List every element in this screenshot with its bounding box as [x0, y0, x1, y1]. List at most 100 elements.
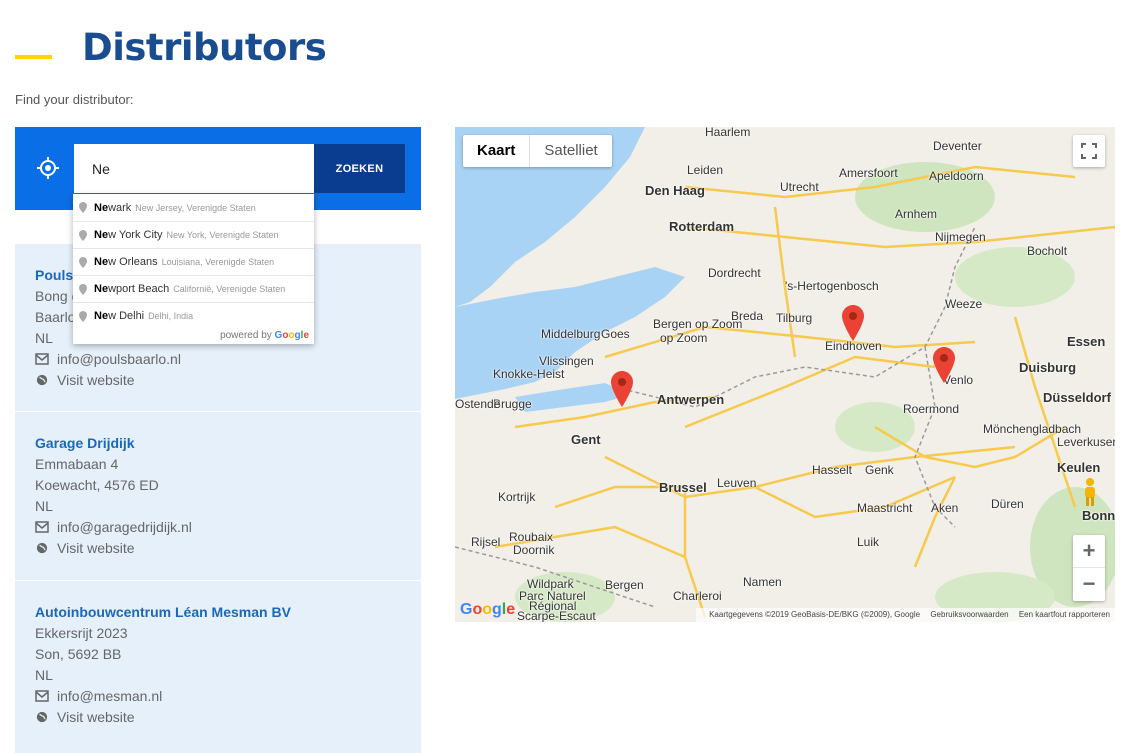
distributor-card: Garage Drijdijk Emmabaan 4 Koewacht, 457…	[15, 412, 421, 581]
autocomplete-item[interactable]: New Orleans Louisiana, Verenigde Staten	[73, 248, 314, 275]
autocomplete-item[interactable]: New Delhi Delhi, India	[73, 302, 314, 329]
globe-icon	[36, 711, 48, 723]
autocomplete-main-text: New Orleans	[94, 256, 158, 268]
distributor-country: NL	[35, 667, 53, 683]
map-city-label: Genk	[865, 463, 894, 477]
zoom-control: + −	[1073, 535, 1105, 601]
map-footer: Kaartgegevens ©2019 GeoBasis-DE/BKG (©20…	[696, 608, 1115, 622]
map-city-label: Roermond	[903, 402, 960, 416]
autocomplete-main-text: New Delhi	[94, 310, 145, 322]
crosshair-icon[interactable]	[37, 157, 59, 179]
distributor-email-link[interactable]: info@poulsbaarlo.nl	[35, 351, 181, 367]
map-city-label: Mönchengladbach	[983, 422, 1082, 436]
map-city-label: Den Haag	[645, 183, 705, 198]
map-city-label: Düsseldorf	[1043, 390, 1111, 405]
distributor-city: Koewacht, 4576 ED	[35, 477, 159, 493]
title-accent-bar	[15, 55, 52, 59]
distributor-name[interactable]: Garage Drijdijk	[35, 435, 135, 451]
map-city-label: Düren	[991, 497, 1024, 511]
distributor-country: NL	[35, 330, 53, 346]
autocomplete-item[interactable]: Newark New Jersey, Verenigde Staten	[73, 194, 314, 221]
page-title: Distributors	[82, 26, 327, 69]
map[interactable]: Haarlem Leiden Den Haag Utrecht Amersfoo…	[455, 127, 1115, 622]
search-button[interactable]: ZOEKEN	[314, 144, 405, 193]
map-city-label: Leuven	[717, 476, 757, 490]
map-city-label: Tilburg	[776, 311, 813, 325]
map-city-label: Keulen	[1057, 460, 1101, 475]
map-city-label: Scarpe-Escaut	[517, 609, 596, 622]
map-city-label: Bergen op Zoom	[653, 317, 743, 331]
map-city-label: op Zoom	[660, 331, 708, 345]
fullscreen-button[interactable]	[1073, 135, 1105, 167]
distributor-street: Ekkersrijt 2023	[35, 625, 128, 641]
map-city-label: Charleroi	[673, 589, 722, 603]
map-city-label: Amersfoort	[839, 166, 898, 180]
map-type-kaart[interactable]: Kaart	[463, 135, 531, 167]
map-city-label: Knokke-Heist	[493, 367, 565, 381]
distributor-email-link[interactable]: info@garagedrijdijk.nl	[35, 519, 192, 535]
distributor-city: Baarlo	[35, 309, 76, 325]
map-city-label: Utrecht	[780, 180, 819, 194]
autocomplete-dropdown: Newark New Jersey, Verenigde Staten New …	[73, 194, 314, 344]
map-city-label: Bergen	[605, 578, 644, 592]
map-city-label: Brussel	[659, 480, 707, 495]
autocomplete-secondary-text: New Jersey, Verenigde Staten	[135, 202, 256, 213]
envelope-icon	[35, 690, 49, 702]
distributor-website-link[interactable]: Visit website	[35, 709, 135, 725]
map-city-label: Bonn	[1082, 508, 1115, 523]
zoom-out-button[interactable]: −	[1073, 568, 1105, 601]
map-city-label: Bocholt	[1027, 244, 1068, 258]
map-type-satelliet[interactable]: Satelliet	[530, 135, 611, 167]
search-input[interactable]	[74, 144, 314, 193]
autocomplete-item[interactable]: Newport Beach Californië, Verenigde Stat…	[73, 275, 314, 302]
map-city-label: Ostende	[455, 397, 501, 411]
fullscreen-icon	[1081, 143, 1097, 159]
map-city-label: Maastricht	[857, 501, 913, 515]
autocomplete-item[interactable]: New York City New York, Verenigde Staten	[73, 221, 314, 248]
report-error-link[interactable]: Een kaartfout rapporteren	[1019, 610, 1110, 619]
distributor-website-link[interactable]: Visit website	[35, 540, 135, 556]
map-city-label: Namen	[743, 575, 782, 589]
autocomplete-main-text: Newport Beach	[94, 283, 170, 295]
map-city-label: Middelburg	[541, 327, 601, 341]
autocomplete-main-text: Newark	[94, 201, 132, 214]
distributor-name[interactable]: Pouls	[35, 267, 73, 283]
map-marker-icon[interactable]	[933, 347, 955, 383]
map-city-label: Weeze	[945, 297, 983, 311]
map-city-label: Doornik	[513, 543, 555, 557]
distributor-country: NL	[35, 498, 53, 514]
terms-link[interactable]: Gebruiksvoorwaarden	[930, 610, 1008, 619]
map-city-label: Leiden	[687, 163, 724, 177]
distributor-name[interactable]: Autoinbouwcentrum Léan Mesman BV	[35, 604, 291, 620]
zoom-in-button[interactable]: +	[1073, 535, 1105, 568]
google-logo: Google	[460, 601, 516, 618]
map-city-label: Rijsel	[471, 535, 501, 549]
distributor-card: Autoinbouwcentrum Léan Mesman BV Ekkersr…	[15, 581, 421, 753]
pegman-icon[interactable]	[1077, 476, 1103, 508]
autocomplete-main-text: New York City	[94, 229, 163, 241]
map-city-label: Aken	[931, 501, 959, 515]
distributor-website-link[interactable]: Visit website	[35, 372, 135, 388]
map-city-label: Dordrecht	[708, 266, 761, 280]
map-city-label: Leverkusen	[1057, 435, 1115, 449]
location-pin-icon	[79, 257, 87, 268]
map-city-label: Arnhem	[895, 207, 938, 221]
map-city-label: Vlissingen	[539, 354, 594, 368]
autocomplete-secondary-text: Californië, Verenigde Staten	[173, 284, 286, 294]
page-subtitle: Find your distributor:	[15, 92, 134, 107]
distributor-email-link[interactable]: info@mesman.nl	[35, 688, 162, 704]
map-city-label: Eindhoven	[825, 339, 882, 353]
autocomplete-secondary-text: Louisiana, Verenigde Staten	[161, 257, 275, 267]
map-city-label: Essen	[1067, 334, 1106, 349]
map-city-label: Duisburg	[1019, 360, 1077, 375]
map-city-label: Luik	[857, 535, 880, 549]
autocomplete-secondary-text: Delhi, India	[148, 311, 194, 321]
map-city-label: Nijmegen	[935, 230, 986, 244]
distributor-street: Emmabaan 4	[35, 456, 119, 472]
map-city-label: Apeldoorn	[929, 169, 984, 183]
location-pin-icon	[79, 202, 87, 213]
distributor-city: Son, 5692 BB	[35, 646, 122, 662]
map-marker-icon[interactable]	[611, 371, 633, 407]
map-marker-icon[interactable]	[842, 305, 864, 341]
map-type-control: Kaart Satelliet	[463, 135, 612, 167]
